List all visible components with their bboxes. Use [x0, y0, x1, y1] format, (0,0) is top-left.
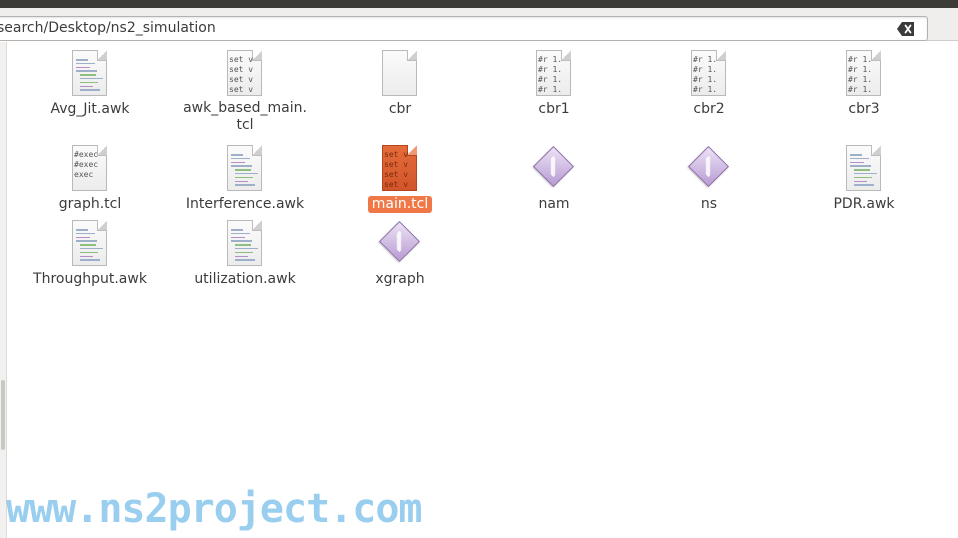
file-name-label: cbr3 [848, 101, 880, 117]
file-item[interactable]: Avg_Jit.awk [15, 50, 165, 118]
text-document-icon [840, 145, 888, 193]
file-item[interactable]: ns [634, 145, 784, 213]
file-name-label: PDR.awk [833, 196, 895, 212]
file-item[interactable]: cbr [325, 50, 475, 118]
file-item[interactable]: xgraph [325, 220, 475, 288]
file-item[interactable]: nam [479, 145, 629, 213]
file-icon-grid: Avg_Jit.awk set v set v set v set v awk_ba… [0, 42, 958, 538]
location-path-text: search/Desktop/ns2_simulation [0, 20, 216, 36]
file-name-label: xgraph [375, 271, 425, 287]
window-top-frame [0, 0, 958, 8]
text-document-icon [66, 220, 114, 268]
watermark-text: www.ns2project.com [6, 486, 422, 532]
file-name-label: ns [700, 196, 718, 212]
file-name-label: cbr1 [538, 101, 570, 117]
file-item[interactable]: set v set v set v set v awk_based_main. t… [170, 50, 320, 134]
data-document-icon: #r 1. #r 1. #r 1. #r 1. [685, 50, 733, 98]
file-item[interactable]: #exec #exec exec graph.tcl [15, 145, 165, 213]
script-document-icon: set v set v set v set v [376, 145, 424, 193]
file-item[interactable]: utilization.awk [170, 220, 320, 288]
file-item[interactable]: PDR.awk [789, 145, 939, 213]
file-item[interactable]: set v set v set v set v main.tcl [325, 145, 475, 213]
file-name-label: utilization.awk [194, 271, 296, 287]
file-name-label: awk_based_main. tcl [183, 100, 307, 133]
file-item[interactable]: Interference.awk [170, 145, 320, 213]
text-document-icon [221, 145, 269, 193]
script-document-icon: #exec #exec exec [66, 145, 114, 193]
file-name-label: cbr2 [693, 101, 725, 117]
executable-icon [685, 145, 733, 193]
location-toolbar: search/Desktop/ns2_simulation [0, 8, 958, 41]
file-name-label: Avg_Jit.awk [50, 101, 130, 117]
executable-icon [530, 145, 578, 193]
file-item[interactable]: Throughput.awk [15, 220, 165, 288]
executable-icon [376, 220, 424, 268]
file-name-label: nam [538, 196, 570, 212]
file-name-label: Throughput.awk [33, 271, 147, 287]
data-document-icon: #r 1. #r 1. #r 1. #r 1. [840, 50, 888, 98]
file-item[interactable]: #r 1. #r 1. #r 1. #r 1. cbr3 [789, 50, 939, 118]
file-item[interactable]: #r 1. #r 1. #r 1. #r 1. cbr2 [634, 50, 784, 118]
file-name-label: main.tcl [367, 196, 433, 213]
script-document-icon: set v set v set v set v [221, 50, 269, 98]
blank-document-icon [376, 50, 424, 98]
file-name-label: graph.tcl [58, 196, 122, 212]
clear-icon[interactable] [897, 21, 915, 37]
file-item[interactable]: #r 1. #r 1. #r 1. #r 1. cbr1 [479, 50, 629, 118]
data-document-icon: #r 1. #r 1. #r 1. #r 1. [530, 50, 578, 98]
text-document-icon [221, 220, 269, 268]
file-name-label: Interference.awk [185, 196, 305, 212]
file-name-label: cbr [388, 101, 412, 117]
location-entry[interactable]: search/Desktop/ns2_simulation [0, 16, 928, 41]
text-document-icon [66, 50, 114, 98]
